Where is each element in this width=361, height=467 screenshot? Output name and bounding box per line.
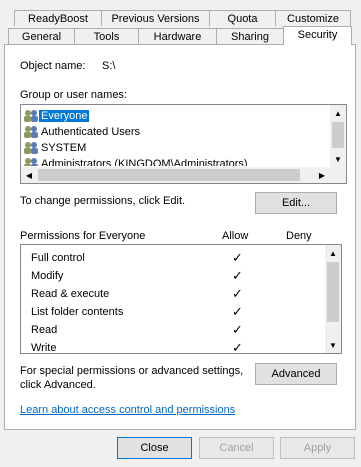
- allow-column-header: Allow: [222, 230, 249, 242]
- tab-security[interactable]: Security: [283, 26, 352, 45]
- allow-check-icon: ✓: [232, 322, 243, 337]
- advanced-text-line-2: click Advanced.: [20, 379, 96, 391]
- permission-name: List folder contents: [31, 306, 124, 318]
- list-item-authenticated-users[interactable]: Authenticated Users: [23, 124, 140, 140]
- tab-previous-versions[interactable]: Previous Versions: [101, 10, 210, 26]
- scrollbar-thumb[interactable]: [332, 122, 344, 148]
- allow-check-icon: ✓: [232, 304, 243, 319]
- advanced-button[interactable]: Advanced: [255, 363, 337, 385]
- permission-row-write: Write: [31, 339, 57, 354]
- tab-hardware[interactable]: Hardware: [138, 28, 217, 44]
- list-item-system[interactable]: SYSTEM: [23, 140, 86, 156]
- group-users-icon: [23, 125, 39, 139]
- object-name-value: S:\: [102, 60, 116, 72]
- user-name: Everyone: [39, 110, 90, 122]
- allow-check-icon: ✓: [232, 268, 243, 283]
- learn-more-link[interactable]: Learn about access control and permissio…: [20, 404, 235, 416]
- edit-button[interactable]: Edit...: [255, 192, 337, 214]
- scroll-down-icon[interactable]: ▼: [325, 337, 341, 353]
- scroll-right-icon[interactable]: ▶: [314, 167, 330, 183]
- scroll-up-icon[interactable]: ▲: [330, 105, 346, 121]
- permission-row-full-control: Full control: [31, 249, 85, 267]
- permission-name: Read & execute: [31, 288, 110, 300]
- list-item-administrators[interactable]: Administrators (KINGDOM\Administrators): [23, 156, 248, 166]
- scroll-up-icon[interactable]: ▲: [325, 245, 341, 261]
- permission-row-list-folder-contents: List folder contents: [31, 303, 123, 321]
- close-button[interactable]: Close: [117, 437, 192, 459]
- allow-check-icon: ✓: [232, 250, 243, 265]
- change-permissions-text: To change permissions, click Edit.: [20, 195, 186, 207]
- user-name: SYSTEM: [41, 142, 87, 154]
- scrollbar-thumb[interactable]: [327, 262, 339, 322]
- advanced-text-line-1: For special permissions or advanced sett…: [20, 365, 244, 377]
- list-item-everyone[interactable]: Everyone: [23, 108, 90, 124]
- permission-name: Full control: [31, 252, 85, 264]
- tab-sharing[interactable]: Sharing: [216, 28, 284, 44]
- permission-row-read-execute: Read & execute: [31, 285, 109, 303]
- cancel-button[interactable]: Cancel: [199, 437, 274, 459]
- group-list-label: Group or user names:: [20, 89, 127, 101]
- horizontal-scrollbar[interactable]: ◀ ▶: [21, 167, 330, 183]
- permission-row-modify: Modify: [31, 267, 63, 285]
- permissions-header: Permissions for Everyone: [20, 230, 146, 242]
- permission-row-read: Read: [31, 321, 57, 339]
- vertical-scrollbar[interactable]: ▲ ▼: [330, 105, 346, 167]
- allow-check-icon: ✓: [232, 340, 243, 354]
- group-users-icon: [23, 109, 39, 123]
- tab-customize[interactable]: Customize: [275, 10, 351, 26]
- deny-column-header: Deny: [286, 230, 312, 242]
- tab-tools[interactable]: Tools: [74, 28, 139, 44]
- permission-name: Write: [31, 342, 57, 354]
- apply-button[interactable]: Apply: [280, 437, 355, 459]
- scrollbar-corner: [330, 167, 346, 183]
- group-users-icon: [23, 141, 39, 155]
- vertical-scrollbar[interactable]: ▲ ▼: [325, 245, 341, 353]
- scroll-left-icon[interactable]: ◀: [21, 167, 37, 183]
- tab-quota[interactable]: Quota: [209, 10, 276, 26]
- group-users-icon: [23, 157, 39, 166]
- allow-check-icon: ✓: [232, 286, 243, 301]
- permissions-list[interactable]: Full control ✓ Modify ✓ Read & execute ✓…: [20, 244, 342, 354]
- scroll-down-icon[interactable]: ▼: [330, 151, 346, 167]
- object-name-label: Object name:: [20, 60, 86, 72]
- group-user-list[interactable]: Everyone Authenticated Users SYSTEM Admi…: [20, 104, 347, 184]
- user-name: Administrators (KINGDOM\Administrators): [41, 158, 248, 166]
- tab-general[interactable]: General: [8, 28, 75, 44]
- permission-name: Modify: [31, 270, 64, 282]
- tab-readyboost[interactable]: ReadyBoost: [14, 10, 102, 26]
- permission-name: Read: [31, 324, 58, 336]
- scrollbar-thumb[interactable]: [38, 169, 300, 181]
- user-name: Authenticated Users: [41, 126, 141, 138]
- advanced-text: For special permissions or advanced sett…: [20, 364, 243, 392]
